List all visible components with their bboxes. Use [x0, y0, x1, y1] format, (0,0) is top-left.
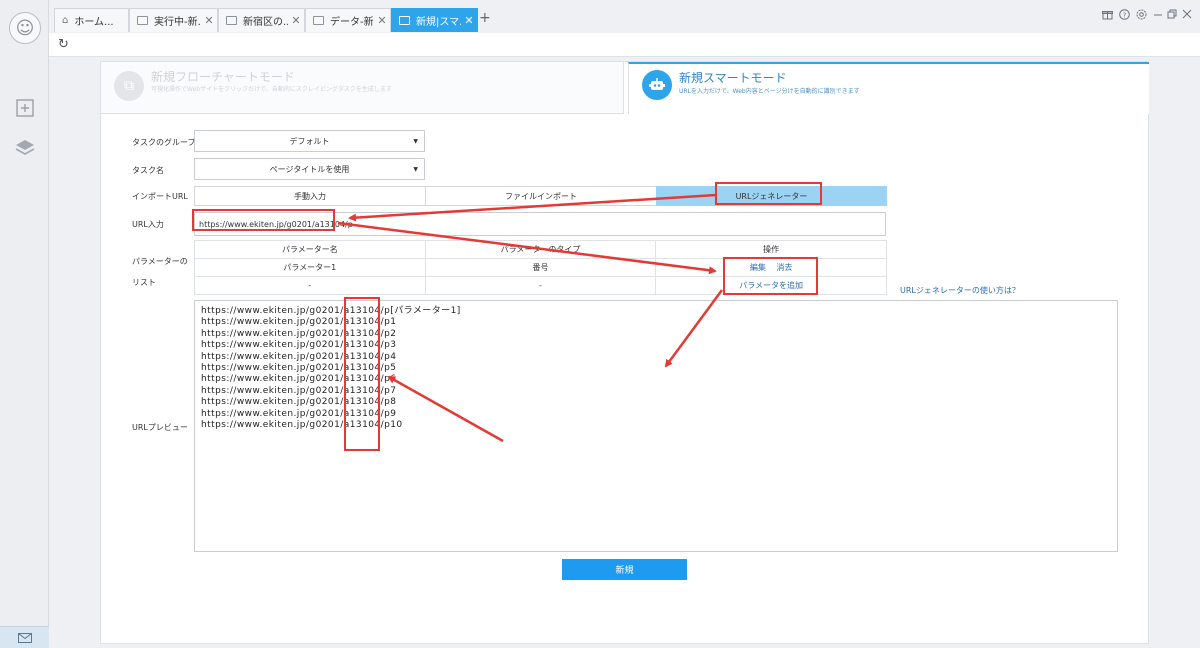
parameter-name-cell: -	[194, 276, 426, 295]
page-icon	[226, 16, 237, 25]
mode-title: 新規フローチャートモード	[151, 70, 295, 84]
close-icon[interactable]: ✕	[461, 14, 477, 27]
mode-title: 新規スマートモード	[679, 71, 787, 85]
table-row: - - パラメータを追加	[194, 276, 887, 295]
preview-line: https://www.ekiten.jp/g0201/a13104/p5	[201, 363, 397, 374]
caret-down-icon: ▼	[413, 166, 418, 173]
url-input-label: URL入力	[132, 220, 164, 229]
parameter-table: パラメーター名 パラメーターのタイプ 操作 パラメーター1 番号 編集 消去 -…	[194, 240, 887, 295]
url-preview-box[interactable]: https://www.ekiten.jp/g0201/a13104/p[パラメ…	[194, 300, 1118, 552]
column-header: パラメーター名	[194, 240, 426, 259]
tab-label: 実行中-新...	[154, 17, 201, 28]
new-task-panel: ⧉ 新規フローチャートモード 可視化操作でWebサイトをクリックだけで、自動的に…	[100, 61, 1149, 644]
import-url-label: インポートURL	[132, 192, 188, 201]
preview-line: https://www.ekiten.jp/g0201/a13104/p3	[201, 340, 397, 351]
tab-label: 新規|スマ...	[416, 17, 461, 28]
task-group-label: タスクのグループ	[132, 138, 196, 147]
new-task-icon[interactable]	[13, 96, 37, 120]
close-icon[interactable]: ✕	[288, 14, 304, 27]
add-parameter-link[interactable]: パラメータを追加	[739, 281, 803, 290]
tab-running[interactable]: 実行中-新... ✕	[129, 8, 218, 32]
task-group-select[interactable]: デフォルト ▼	[194, 130, 425, 152]
url-input-value: https://www.ekiten.jp/g0201/a13104/p	[199, 219, 353, 229]
parameter-name-cell: パラメーター1	[194, 258, 426, 277]
preview-line: https://www.ekiten.jp/g0201/a13104/p2	[201, 328, 397, 339]
segment-label: 手動入力	[294, 191, 326, 201]
svg-text:?: ?	[1123, 11, 1127, 19]
tab-label: 新宿区の...	[243, 17, 288, 28]
preview-line: https://www.ekiten.jp/g0201/a13104/p10	[201, 420, 403, 431]
preview-line: https://www.ekiten.jp/g0201/a13104/p9	[201, 408, 397, 419]
close-window-icon[interactable]	[1182, 9, 1192, 22]
tab-home[interactable]: ⌂ ホーム...	[54, 8, 129, 32]
flowchart-icon: ⧉	[114, 71, 144, 101]
tab-new-smart[interactable]: 新規|スマ... ✕	[391, 8, 478, 32]
tab-shinjuku[interactable]: 新宿区の... ✕	[218, 8, 305, 32]
preview-line: https://www.ekiten.jp/g0201/a13104/p1	[201, 317, 397, 328]
task-name-label: タスク名	[132, 166, 164, 175]
task-name-select[interactable]: ページタイトルを使用 ▼	[194, 158, 425, 180]
close-icon[interactable]: ✕	[374, 14, 390, 27]
edit-link[interactable]: 編集	[750, 263, 766, 272]
parameter-type-cell: 番号	[424, 258, 657, 277]
segment-label: ファイルインポート	[505, 191, 577, 201]
preview-line: https://www.ekiten.jp/g0201/a13104/p4	[201, 351, 397, 362]
page-icon	[137, 16, 148, 25]
mail-icon[interactable]	[0, 626, 49, 648]
parameter-actions-cell: パラメータを追加	[655, 276, 887, 295]
parameter-list-label: パラメーターのリスト	[132, 257, 188, 287]
preview-line: https://www.ekiten.jp/g0201/a13104/p6	[201, 374, 397, 385]
mode-smart-card[interactable]: 新規スマートモード URLを入力だけで、Web内容とページ分けを自動的に識別でき…	[628, 62, 1149, 114]
parameter-actions-cell: 編集 消去	[655, 258, 887, 277]
refresh-icon[interactable]: ↻	[58, 37, 69, 52]
restore-icon[interactable]	[1167, 9, 1177, 22]
task-name-value: ページタイトルを使用	[269, 164, 350, 174]
home-icon: ⌂	[62, 15, 69, 26]
table-header-row: パラメーター名 パラメーターのタイプ 操作	[194, 240, 887, 259]
app-window: ☺ ⌂ ホーム... 実行中-新... ✕ 新宿区の... ✕ データ-新...	[0, 0, 1200, 648]
tab-bar: ⌂ ホーム... 実行中-新... ✕ 新宿区の... ✕ データ-新... ✕…	[49, 0, 1200, 33]
url-generator-help-link[interactable]: URLジェネレーターの使い方は？	[900, 285, 1020, 296]
gift-icon[interactable]	[1102, 9, 1113, 23]
close-icon[interactable]: ✕	[201, 14, 217, 27]
column-header: パラメーターのタイプ	[424, 240, 657, 259]
task-group-value: デフォルト	[289, 136, 330, 146]
parameter-type-cell: -	[424, 276, 657, 295]
mode-description: URLを入力だけで、Web内容とページ分けを自動的に識別できます	[679, 88, 860, 95]
page-icon	[313, 16, 324, 25]
tab-data[interactable]: データ-新... ✕	[305, 8, 391, 32]
column-header: 操作	[655, 240, 887, 259]
preview-line: https://www.ekiten.jp/g0201/a13104/p7	[201, 385, 397, 396]
page-icon	[399, 16, 410, 25]
url-preview-label: URLプレビュー	[132, 423, 188, 432]
robot-icon	[642, 70, 672, 100]
create-task-label: 新規	[615, 566, 634, 576]
preview-line: https://www.ekiten.jp/g0201/a13104/p[パラメ…	[201, 306, 461, 316]
table-row: パラメーター1 番号 編集 消去	[194, 258, 887, 277]
add-tab-button[interactable]: +	[479, 10, 491, 26]
segment-url-generator[interactable]: URLジェネレーター	[656, 186, 887, 206]
delete-link[interactable]: 消去	[776, 263, 792, 272]
mode-flowchart-card[interactable]: ⧉ 新規フローチャートモード 可視化操作でWebサイトをクリックだけで、自動的に…	[101, 62, 624, 114]
segment-file-import[interactable]: ファイルインポート	[425, 186, 657, 206]
settings-icon[interactable]	[1136, 9, 1147, 23]
segment-manual-input[interactable]: 手動入力	[194, 186, 426, 206]
help-icon[interactable]: ?	[1119, 9, 1130, 23]
address-bar: ↻	[49, 33, 1200, 57]
create-task-button[interactable]: 新規	[562, 559, 687, 580]
layers-icon[interactable]	[13, 136, 37, 160]
caret-down-icon: ▼	[413, 138, 418, 145]
minimize-icon[interactable]	[1153, 9, 1163, 22]
segment-label: URLジェネレーター	[735, 191, 808, 201]
tab-label: ホーム...	[74, 17, 114, 28]
app-logo-icon: ☺	[9, 12, 41, 44]
url-input[interactable]: https://www.ekiten.jp/g0201/a13104/p	[194, 212, 886, 236]
tab-label: データ-新...	[330, 17, 374, 28]
mode-description: 可視化操作でWebサイトをクリックだけで、自動的にスクレイピングタスクを生成しま…	[151, 86, 392, 93]
preview-line: https://www.ekiten.jp/g0201/a13104/p8	[201, 397, 397, 408]
left-rail: ☺	[0, 0, 49, 648]
